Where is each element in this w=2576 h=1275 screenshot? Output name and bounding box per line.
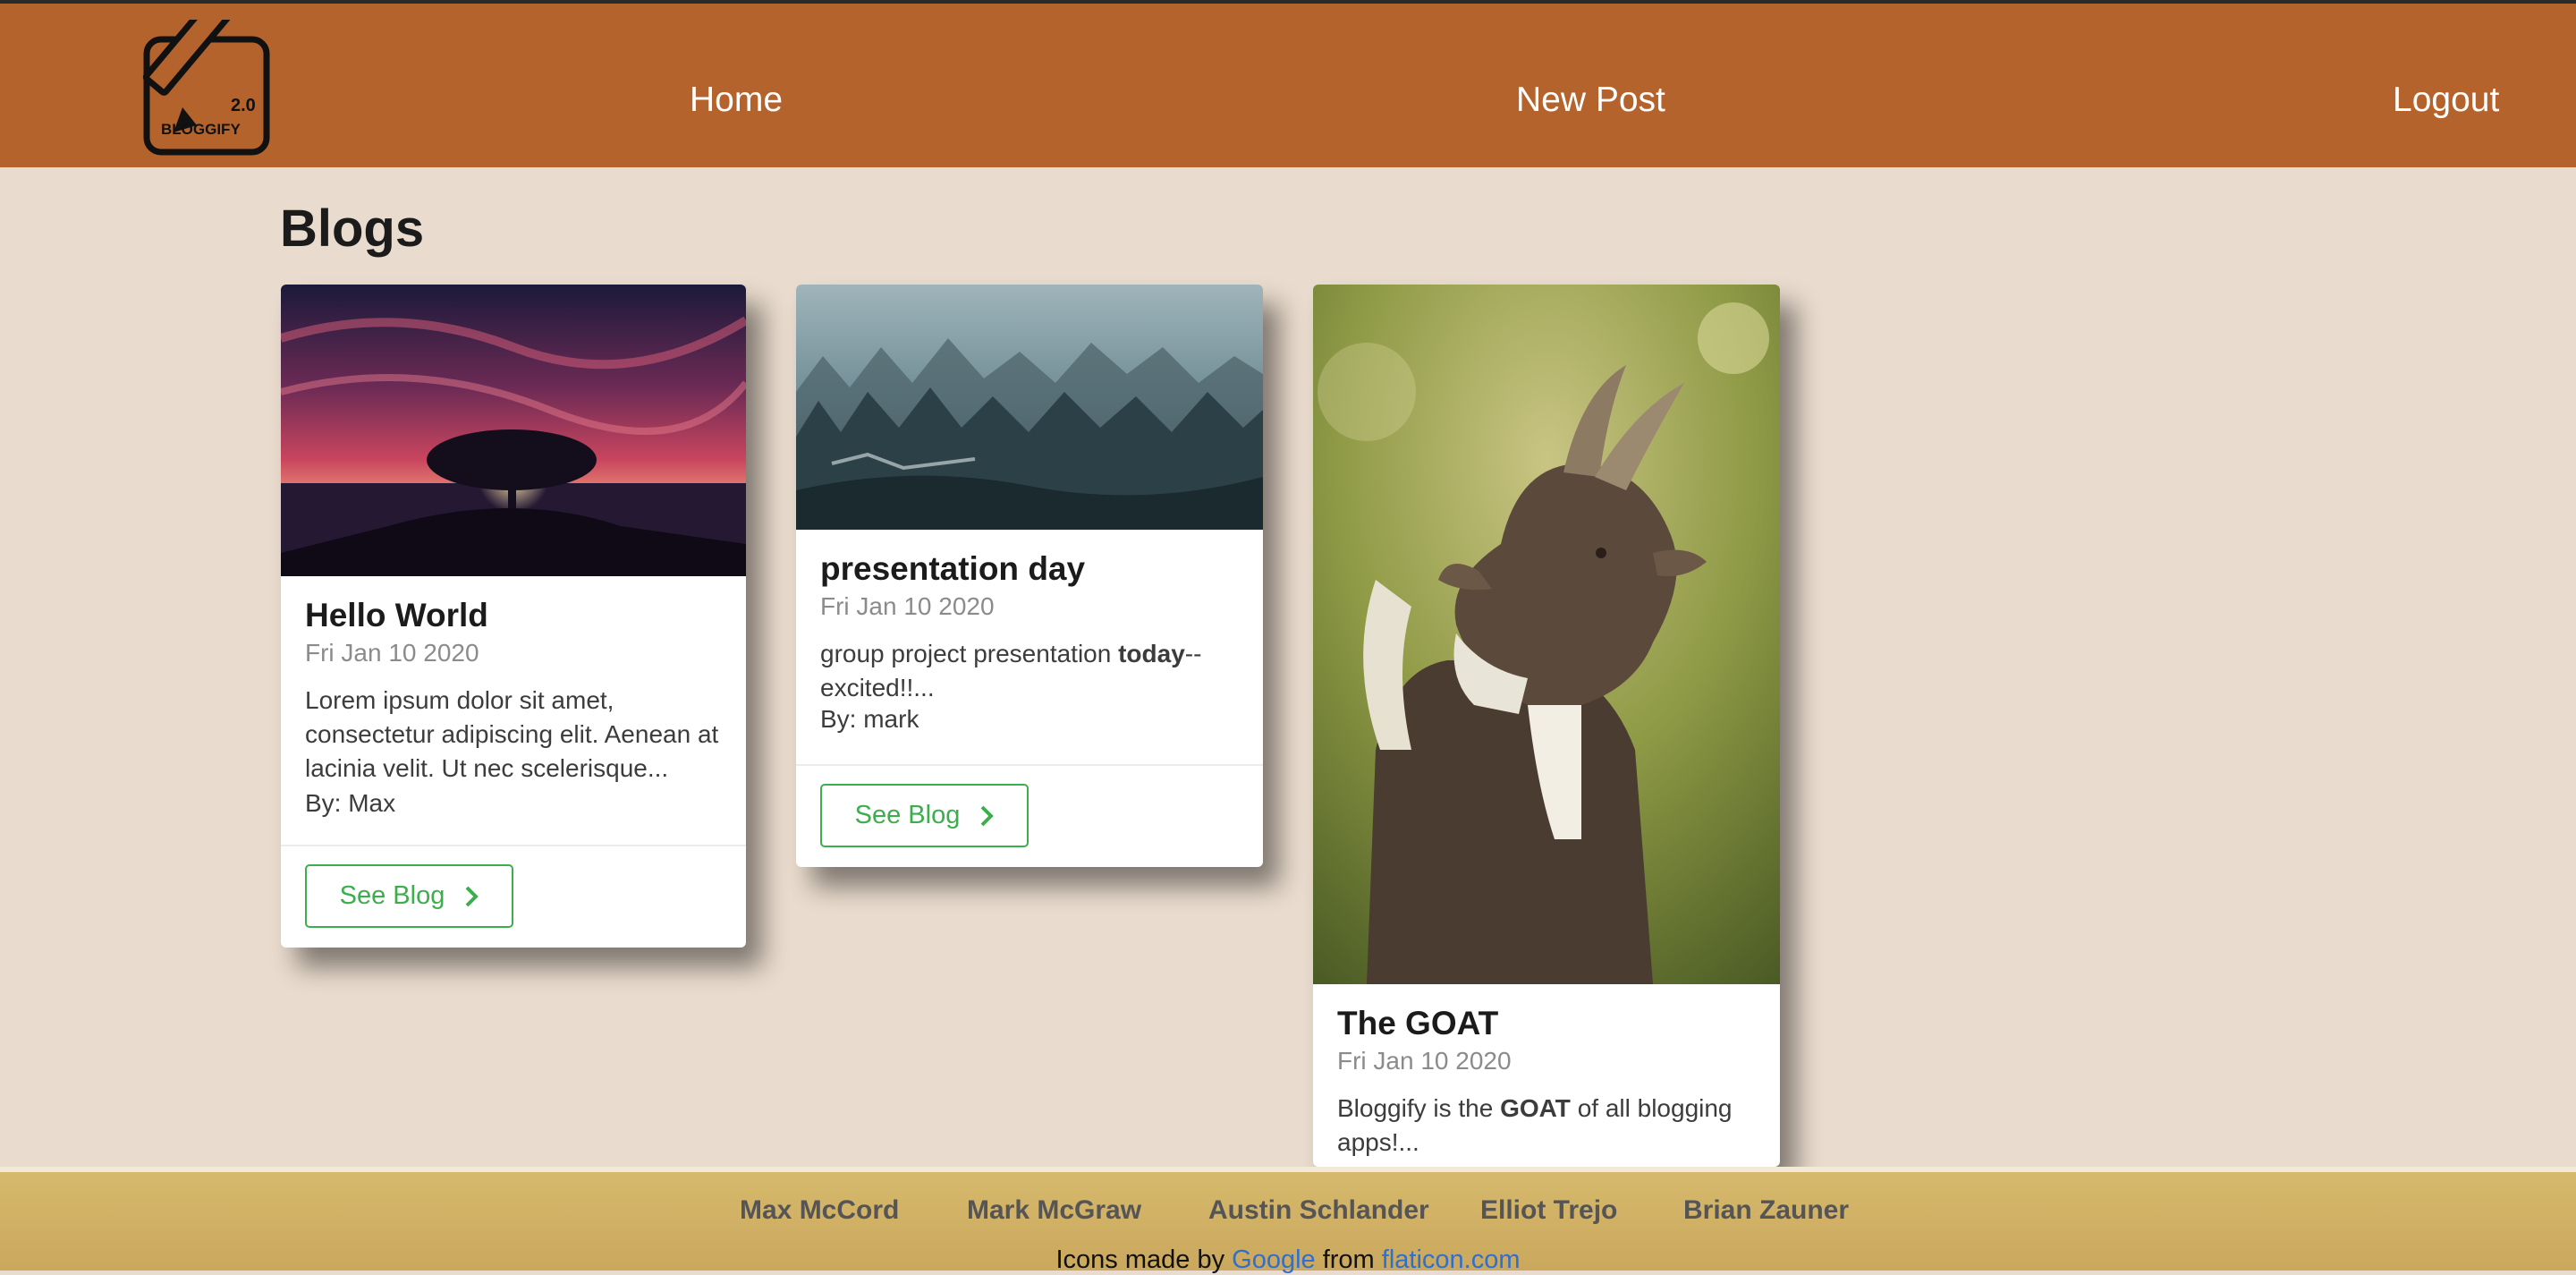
credits-prefix: Icons made by bbox=[1055, 1245, 1233, 1274]
credits-mid: from bbox=[1315, 1245, 1382, 1274]
see-blog-button[interactable]: See Blog bbox=[820, 784, 1029, 847]
chevron-right-icon bbox=[980, 805, 995, 826]
card-date: Fri Jan 10 2020 bbox=[305, 639, 479, 667]
blog-card: The GOAT Fri Jan 10 2020 Bloggify is the… bbox=[1313, 285, 1780, 1167]
footer-team-member: Elliot Trejo bbox=[1480, 1195, 1618, 1225]
footer-team-member: Max McCord bbox=[740, 1195, 900, 1225]
card-divider bbox=[796, 764, 1263, 766]
google-link[interactable]: Google bbox=[1232, 1245, 1316, 1274]
blog-card: presentation day Fri Jan 10 2020 group p… bbox=[796, 285, 1263, 867]
see-blog-button[interactable]: See Blog bbox=[305, 864, 513, 928]
misty-forest-image bbox=[796, 285, 1263, 530]
footer-team-member: Austin Schlander bbox=[1208, 1195, 1429, 1225]
page-title: Blogs bbox=[280, 200, 425, 258]
card-date: Fri Jan 10 2020 bbox=[1337, 1047, 1512, 1075]
card-author: By: Max bbox=[305, 789, 396, 817]
top-navbar: 2.0 BLOGGIFY Home New Post Logout bbox=[0, 4, 2576, 167]
see-blog-label: See Blog bbox=[339, 881, 445, 910]
goat-image bbox=[1313, 285, 1780, 984]
tree-sunset-image bbox=[281, 285, 746, 576]
card-excerpt: Lorem ipsum dolor sit amet, consectetur … bbox=[305, 686, 719, 782]
card-divider bbox=[281, 845, 746, 846]
bloggify-logo[interactable]: 2.0 BLOGGIFY bbox=[141, 20, 279, 157]
blog-card: Hello World Fri Jan 10 2020 Lorem ipsum … bbox=[281, 285, 746, 948]
footer-team-member: Mark McGraw bbox=[967, 1195, 1142, 1225]
svg-text:2.0: 2.0 bbox=[231, 96, 256, 115]
footer-team-member: Brian Zauner bbox=[1683, 1195, 1850, 1225]
chevron-right-icon bbox=[465, 886, 479, 906]
card-excerpt: group project presentation today--excite… bbox=[820, 637, 1241, 705]
icon-credits: Icons made by Google from flaticon.com bbox=[0, 1245, 2576, 1275]
card-excerpt-bold: GOAT bbox=[1500, 1094, 1571, 1122]
nav-home-link[interactable]: Home bbox=[690, 81, 783, 120]
nav-new-post-link[interactable]: New Post bbox=[1516, 81, 1665, 120]
see-blog-label: See Blog bbox=[854, 801, 961, 829]
card-date: Fri Jan 10 2020 bbox=[820, 592, 995, 620]
card-title: The GOAT bbox=[1337, 1005, 1499, 1041]
flaticon-link[interactable]: flaticon.com bbox=[1382, 1245, 1521, 1274]
card-excerpt-text: group project presentation bbox=[820, 640, 1119, 667]
card-title: Hello World bbox=[305, 597, 488, 633]
footer: Max McCord Mark McGraw Austin Schlander … bbox=[0, 1167, 2576, 1274]
svg-text:BLOGGIFY: BLOGGIFY bbox=[161, 121, 241, 138]
card-author: By: mark bbox=[820, 705, 919, 733]
card-excerpt-text: Bloggify is the bbox=[1337, 1094, 1501, 1122]
card-excerpt: Bloggify is the GOAT of all blogging app… bbox=[1337, 1092, 1758, 1160]
card-excerpt-bold: today bbox=[1118, 640, 1185, 667]
card-title: presentation day bbox=[820, 550, 1086, 587]
nav-logout-link[interactable]: Logout bbox=[2393, 81, 2499, 120]
